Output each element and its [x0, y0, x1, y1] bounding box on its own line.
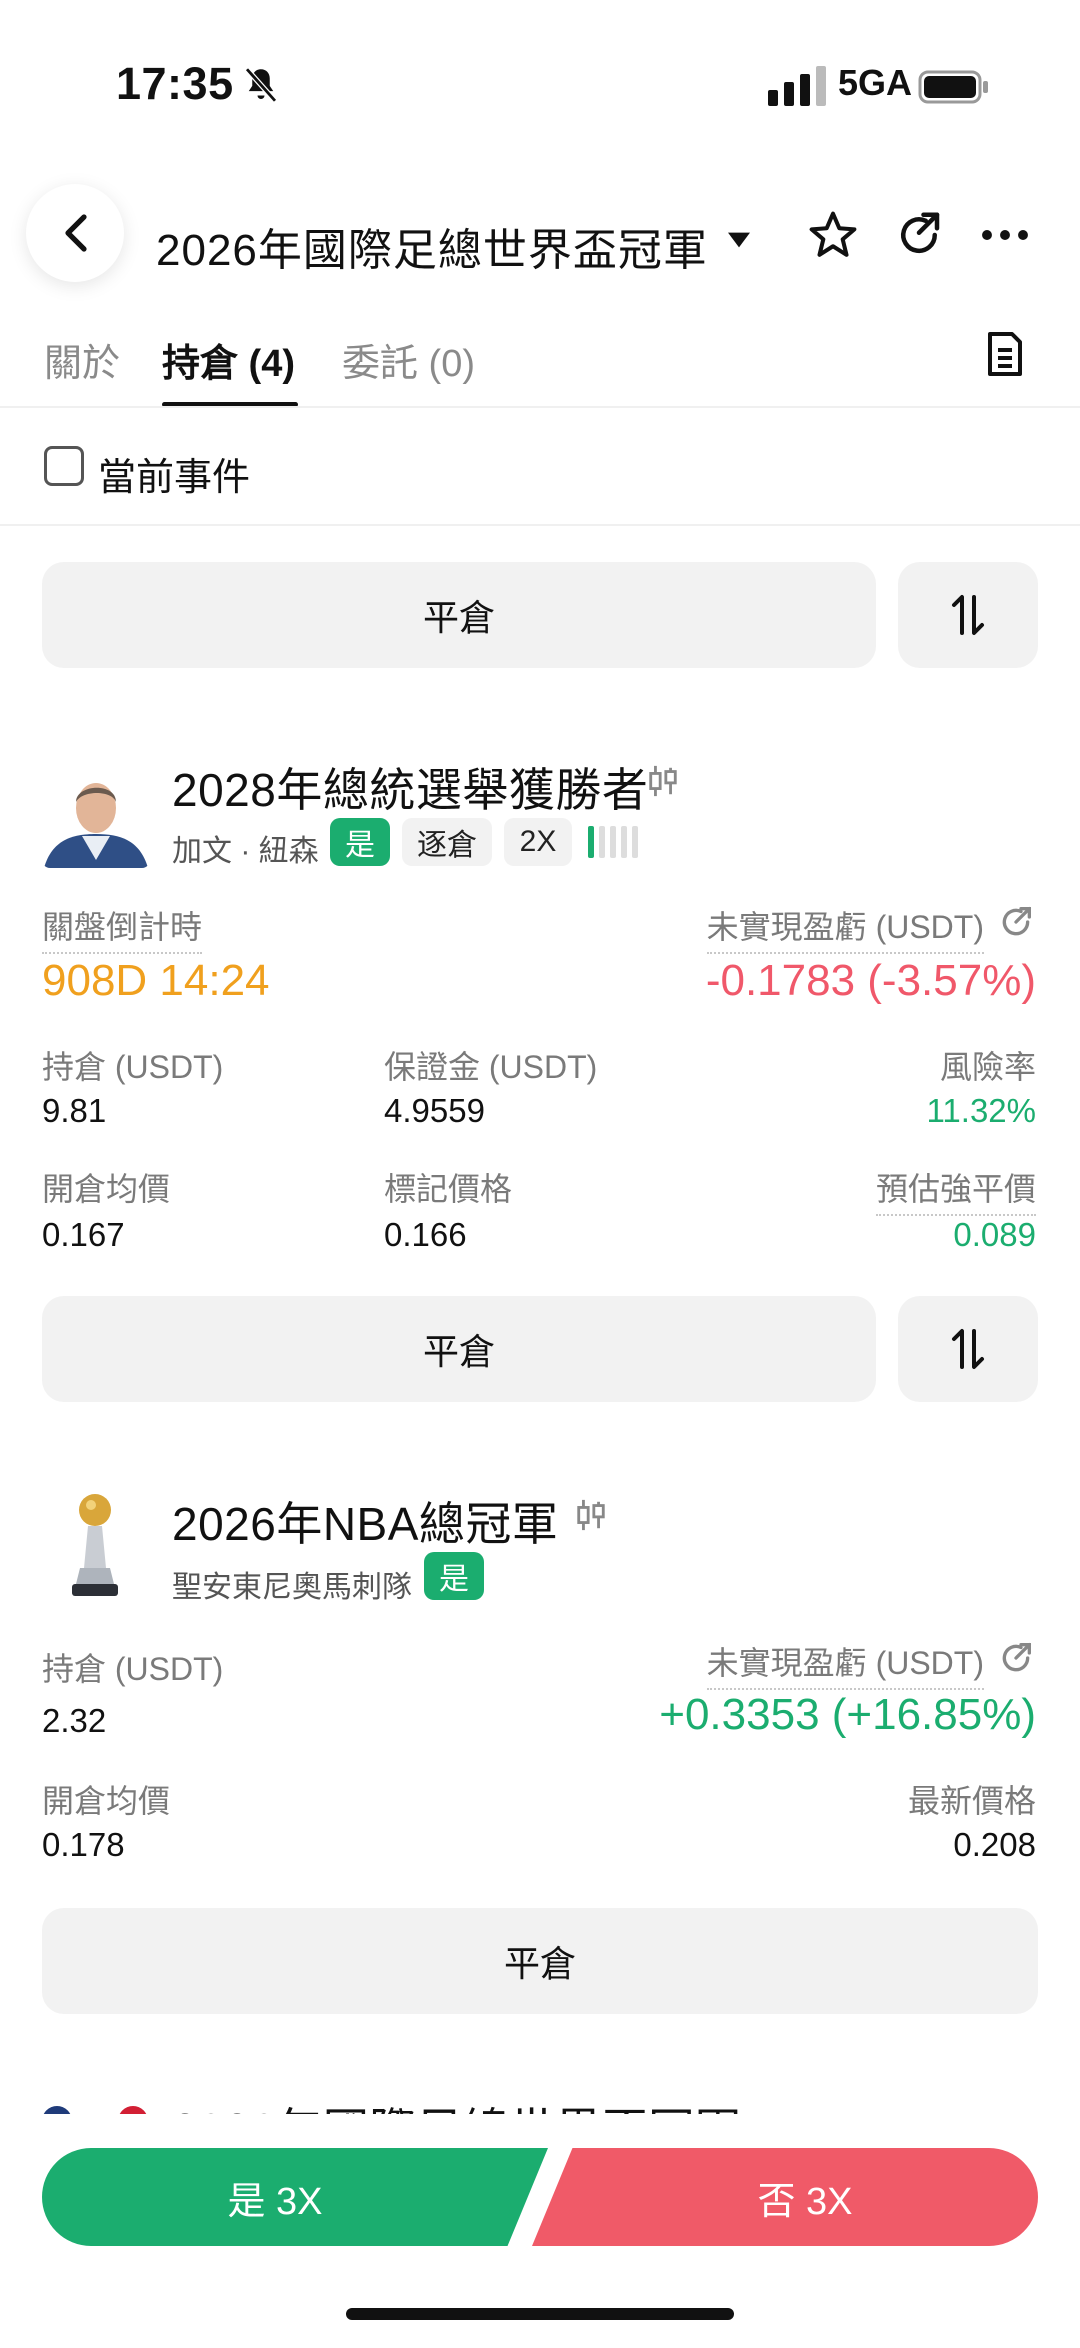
pnl-value: -0.1783 (-3.57%) — [705, 956, 1036, 1005]
network-type: 5GA — [838, 62, 913, 103]
outcome-name: 聖安東尼奧馬刺隊 — [172, 1571, 412, 1604]
margin-mode-tag[interactable]: 逐倉 — [402, 818, 492, 866]
close-position-button[interactable]: 平倉 — [42, 1296, 876, 1402]
battery-icon — [918, 70, 988, 104]
leverage-tag[interactable]: 2X — [504, 818, 572, 866]
share-pnl-icon[interactable] — [996, 902, 1036, 942]
side-tag: 是 — [424, 1552, 484, 1600]
share-pnl-icon[interactable] — [996, 1638, 1036, 1678]
flag-icon — [118, 2106, 148, 2114]
buy-no-button[interactable]: 否 3X — [532, 2148, 1038, 2246]
reverse-button[interactable] — [898, 562, 1038, 668]
caret-down-icon[interactable] — [728, 232, 750, 248]
position-size-label: 持倉 (USDT) — [42, 1651, 224, 1687]
star-icon[interactable] — [806, 208, 860, 262]
margin-value: 4.9559 — [384, 1092, 485, 1129]
chevron-left-icon — [65, 214, 87, 252]
position-title[interactable]: 2028年總統選舉獲勝者 — [172, 754, 648, 820]
outcome-name: 加文 · 紐森 — [172, 835, 319, 868]
pnl-label: 未實現盈虧 (USDT) — [706, 902, 984, 954]
tabs-divider — [0, 406, 1080, 408]
flag-icon — [42, 2106, 72, 2114]
tab-about[interactable]: 關於 — [44, 332, 120, 387]
margin-label: 保證金 (USDT) — [384, 1049, 598, 1085]
risk-level-bars — [588, 826, 638, 858]
back-button[interactable] — [26, 184, 124, 282]
position-title[interactable]: 2026年NBA總冠軍 — [172, 1488, 558, 1554]
last-price-label: 最新價格 — [907, 1783, 1036, 1819]
entry-price-value: 0.167 — [42, 1216, 125, 1253]
risk-rate-label: 風險率 — [939, 1049, 1036, 1085]
liquidation-price-label: 預估強平價 — [875, 1164, 1036, 1216]
mark-price-label: 標記價格 — [384, 1171, 513, 1207]
list-item: 2026年國際足總世界盃冠軍 — [0, 2090, 1080, 2114]
swap-vertical-icon — [952, 595, 984, 635]
position-size-value: 9.81 — [42, 1092, 107, 1129]
more-icon[interactable] — [978, 208, 1032, 262]
buy-yes-button[interactable]: 是 3X — [42, 2148, 548, 2246]
reverse-button[interactable] — [898, 1296, 1038, 1402]
pnl-value: +0.3353 (+16.85%) — [659, 1690, 1036, 1739]
current-event-label[interactable]: 當前事件 — [98, 446, 250, 501]
status-time: 17:35 — [116, 58, 234, 109]
trophy-image — [50, 1488, 140, 1604]
avatar — [42, 760, 150, 868]
close-position-button[interactable]: 平倉 — [42, 562, 876, 668]
countdown-label: 關盤倒計時 — [42, 902, 203, 954]
candlestick-chart-icon[interactable] — [646, 764, 680, 798]
liquidation-price-value: 0.089 — [953, 1216, 1036, 1253]
tab-positions[interactable]: 持倉 (4) — [162, 332, 295, 387]
side-tag: 是 — [330, 818, 390, 866]
current-event-checkbox[interactable] — [44, 446, 84, 486]
home-indicator — [346, 2308, 734, 2320]
filter-divider — [0, 524, 1080, 526]
tab-orders[interactable]: 委託 (0) — [342, 332, 475, 387]
mark-price-value: 0.166 — [384, 1216, 467, 1253]
signal-icon — [768, 66, 826, 106]
bell-muted-icon — [245, 67, 277, 103]
document-icon[interactable] — [986, 330, 1024, 378]
page-title[interactable]: 2026年國際足總世界盃冠軍 — [156, 214, 708, 278]
position-title[interactable]: 2026年國際足總世界盃冠軍 — [172, 2094, 741, 2114]
share-refresh-icon[interactable] — [892, 208, 946, 262]
position-size-value: 2.32 — [42, 1702, 107, 1739]
risk-rate-value: 11.32% — [926, 1092, 1036, 1129]
close-position-button[interactable]: 平倉 — [42, 1908, 1038, 2014]
swap-vertical-icon — [952, 1329, 984, 1369]
last-price-value: 0.208 — [953, 1826, 1036, 1863]
pnl-label: 未實現盈虧 (USDT) — [706, 1638, 984, 1690]
candlestick-chart-icon[interactable] — [574, 1498, 608, 1532]
entry-price-label: 開倉均價 — [42, 1783, 171, 1819]
entry-price-value: 0.178 — [42, 1826, 125, 1863]
countdown-value: 908D 14:24 — [42, 956, 270, 1005]
position-size-label: 持倉 (USDT) — [42, 1049, 224, 1085]
entry-price-label: 開倉均價 — [42, 1171, 171, 1207]
